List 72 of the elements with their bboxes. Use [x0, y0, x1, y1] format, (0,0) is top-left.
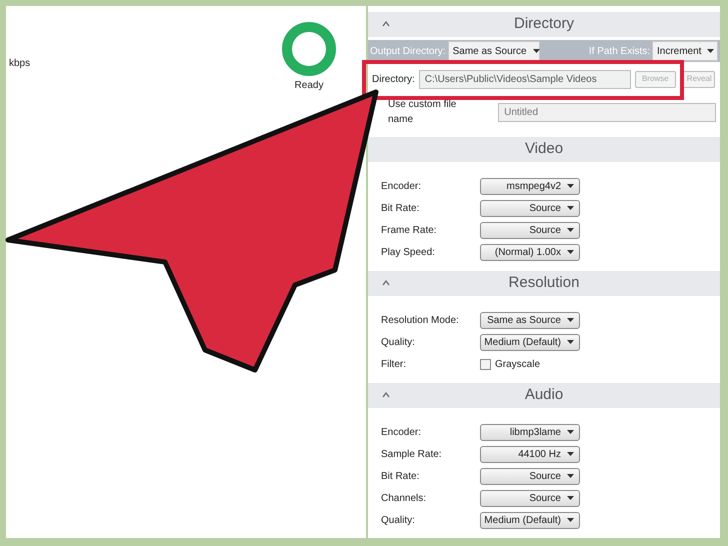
field-label: Channels: — [381, 492, 428, 506]
dropdown-value: libmp3lame — [510, 426, 561, 440]
section-header[interactable]: Audio — [368, 383, 720, 408]
dropdown[interactable]: msmpeg4v2 — [480, 178, 580, 194]
dropdown[interactable]: Medium (Default) — [480, 334, 580, 350]
checkbox[interactable] — [480, 358, 491, 370]
field-label: Quality: — [381, 514, 416, 528]
caret-icon — [567, 340, 574, 344]
dropdown-value: Source — [529, 224, 561, 238]
caret-icon — [567, 228, 574, 232]
dropdown-value: msmpeg4v2 — [506, 180, 561, 194]
collapse-icon[interactable] — [381, 20, 391, 28]
field-label: Quality: — [381, 336, 416, 350]
dropdown-value: Source — [529, 492, 561, 506]
field-label: Filter: — [381, 358, 407, 372]
caret-icon — [707, 49, 714, 53]
dropdown[interactable]: Same as Source — [448, 41, 540, 61]
caret-icon — [567, 430, 574, 434]
dropdown-value: Increment — [657, 44, 702, 58]
dropdown[interactable]: Source — [480, 490, 580, 506]
field-label: Bit Rate: — [381, 202, 420, 216]
dropdown[interactable]: Same as Source — [480, 312, 580, 328]
caret-icon — [567, 452, 574, 456]
section-header[interactable]: Directory — [368, 12, 720, 37]
dropdown[interactable]: libmp3lame — [480, 424, 580, 440]
field-label: Resolution Mode: — [381, 314, 460, 328]
section-title: Resolution — [508, 273, 580, 294]
dropdown-value: Medium (Default) — [484, 514, 561, 528]
caret-icon — [567, 250, 574, 254]
field-label: Sample Rate: — [381, 448, 443, 462]
dropdown[interactable]: Source — [480, 200, 580, 216]
dropdown-value: (Normal) 1.00x — [494, 246, 561, 260]
dropdown-value: 44100 Hz — [518, 448, 561, 462]
caret-icon — [567, 474, 574, 478]
dropdown-value: Same as Source — [452, 44, 527, 58]
caret-icon — [567, 184, 574, 188]
caret-icon — [532, 49, 540, 53]
collapse-icon[interactable] — [381, 391, 391, 399]
section-header[interactable]: Resolution — [368, 271, 720, 296]
checkbox-label: Use custom file name — [388, 98, 458, 127]
file-name-field[interactable]: Untitled — [498, 102, 716, 122]
section-title: Directory — [512, 14, 575, 34]
dropdown[interactable]: Medium (Default) — [480, 512, 580, 528]
section-title: Audio — [524, 385, 564, 406]
dropdown-value: Source — [529, 202, 561, 216]
collapse-icon[interactable] — [381, 279, 391, 287]
checkbox-label: Grayscale — [495, 358, 540, 372]
dropdown[interactable]: 44100 Hz — [480, 446, 580, 462]
dropdown[interactable]: Source — [480, 222, 580, 238]
dropdown[interactable]: (Normal) 1.00x — [480, 244, 580, 260]
directory-field[interactable]: C:\Users\Public\Videos\Sample Videos — [418, 70, 631, 88]
dropdown-value: Same as Source — [487, 314, 561, 328]
field-label: Frame Rate: — [381, 224, 438, 238]
field-label: Play Speed: — [381, 246, 436, 260]
section-header[interactable]: Video — [368, 137, 720, 162]
field-label: If Path Exists: — [588, 44, 650, 58]
caret-icon — [567, 496, 574, 500]
field-label: Bit Rate: — [381, 470, 420, 484]
dropdown-value: Medium (Default) — [484, 336, 561, 350]
dropdown-value: Source — [529, 470, 561, 484]
field-label: Encoder: — [381, 180, 422, 194]
caret-icon — [567, 518, 574, 522]
unit-label: kbps — [9, 57, 30, 71]
dropdown[interactable]: Increment — [652, 41, 718, 61]
caret-icon — [567, 206, 574, 210]
field-label: Output Directory: — [370, 44, 446, 58]
field-label: Encoder: — [381, 426, 422, 440]
section-title: Video — [524, 139, 564, 160]
caret-icon — [567, 318, 574, 322]
status-label: Ready — [294, 79, 324, 93]
field-label: Directory: — [372, 72, 415, 86]
dropdown[interactable]: Source — [480, 468, 580, 484]
